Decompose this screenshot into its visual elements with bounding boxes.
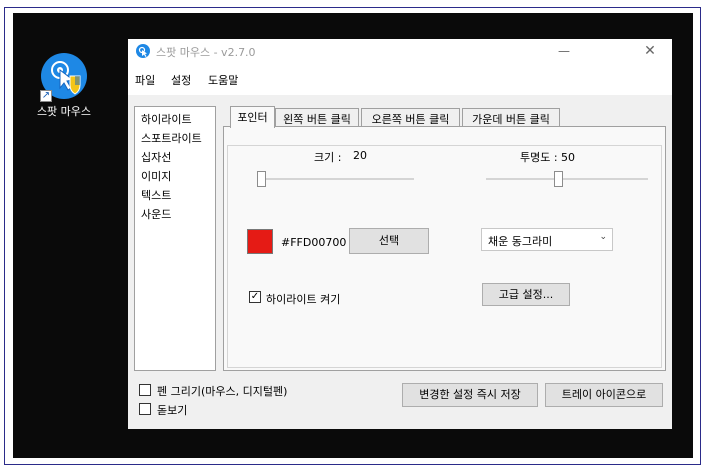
select-color-button[interactable]: 선택 [349,228,429,254]
size-slider-track [257,178,414,180]
highlight-checkbox-label: 하이라이트 켜기 [266,293,341,306]
advanced-settings-button[interactable]: 고급 설정... [482,283,570,306]
window-title: 스팟 마우스 - v2.7.0 [156,46,256,59]
tab-pointer[interactable]: 포인터 [230,106,275,128]
color-hex-value: #FFD00700 [281,236,347,249]
size-label: 크기 : [314,151,342,164]
menu-bar: 파일 설정 도움말 [128,63,672,95]
list-item-crosshair[interactable]: 십자선 [141,149,171,165]
shape-select-value: 채운 동그라미 [488,235,553,248]
tab-middle-click[interactable]: 가운데 버튼 클릭 [462,108,560,127]
magnifier-checkbox[interactable] [139,403,151,415]
feature-list: 하이라이트 스포트라이트 십자선 이미지 텍스트 사운드 [134,106,216,371]
shortcut-arrow-icon: ↗ [40,90,52,102]
pen-draw-label: 펜 그리기(마우스, 디지털펜) [157,385,288,398]
close-button[interactable]: ✕ [636,41,664,61]
opacity-label: 투명도 : 50 [520,151,576,164]
minimize-button[interactable]: — [552,41,576,61]
tab-left-click[interactable]: 왼쪽 버튼 클릭 [275,108,359,127]
list-item-sound[interactable]: 사운드 [141,206,171,222]
app-window: 스팟 마우스 - v2.7.0 — ✕ 파일 설정 도움말 하이라이트 스포트라… [128,39,672,429]
tab-right-click[interactable]: 오른쪽 버튼 클릭 [361,108,460,127]
list-item-highlight[interactable]: 하이라이트 [141,111,192,127]
spot-mouse-app-icon: ↗ [40,52,88,102]
tray-icon-button[interactable]: 트레이 아이콘으로 [545,383,663,407]
list-item-text[interactable]: 텍스트 [141,187,171,203]
pen-draw-checkbox[interactable] [139,384,151,396]
menu-file[interactable]: 파일 [135,72,155,88]
app-title-icon [136,44,150,58]
magnifier-label: 돋보기 [157,404,188,417]
shape-select[interactable]: 채운 동그라미 ⌄ [481,228,613,251]
menu-help[interactable]: 도움말 [208,72,238,88]
highlight-checkbox[interactable]: ✓ [249,291,261,303]
size-slider-thumb[interactable] [257,171,266,187]
chevron-down-icon: ⌄ [599,232,607,242]
opacity-slider-thumb[interactable] [554,171,563,187]
list-item-image[interactable]: 이미지 [141,168,171,184]
list-item-spotlight[interactable]: 스포트라이트 [141,130,202,146]
title-bar: 스팟 마우스 - v2.7.0 — ✕ [128,39,672,63]
opacity-slider-track [486,178,648,180]
desktop-icon-label: 스팟 마우스 [36,105,92,118]
save-settings-button[interactable]: 변경한 설정 즉시 저장 [402,383,538,407]
size-value: 20 [353,149,367,162]
color-swatch [247,229,273,254]
menu-settings[interactable]: 설정 [171,72,191,88]
desktop-shortcut-spot-mouse[interactable]: ↗ 스팟 마우스 [34,52,94,119]
